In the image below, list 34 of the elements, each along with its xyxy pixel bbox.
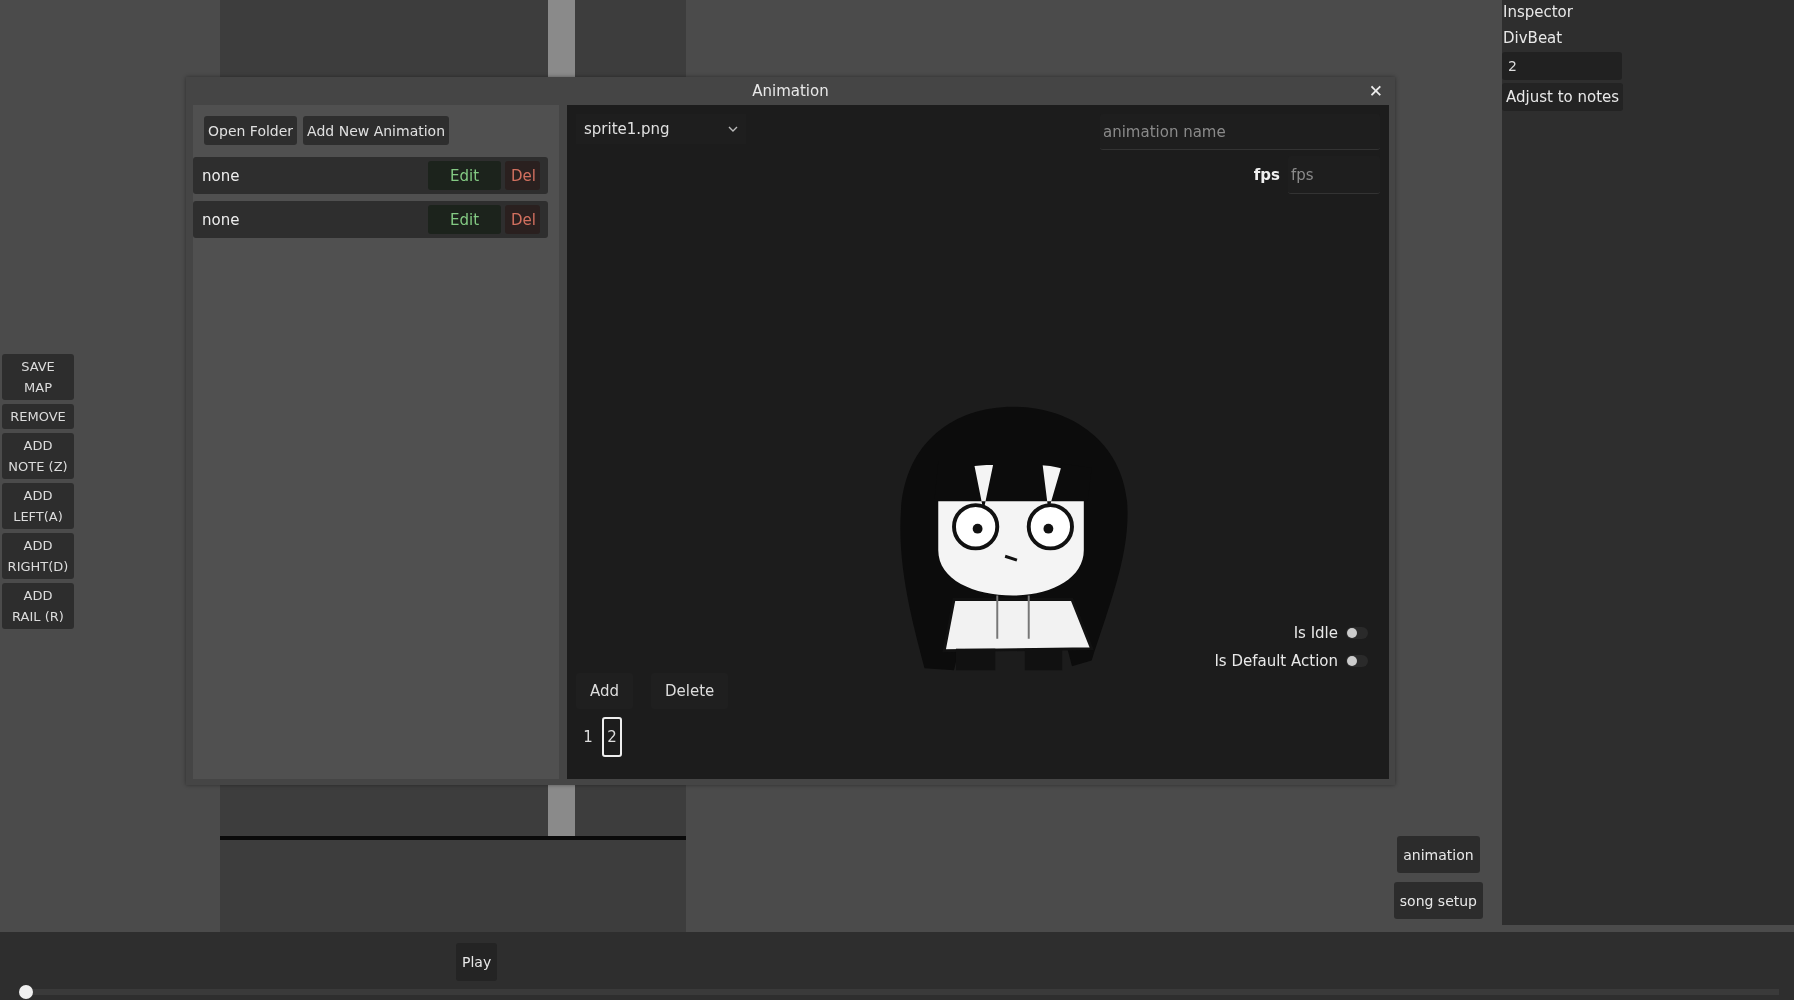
field-label: DivBeat <box>1502 28 1564 49</box>
tool-button[interactable]: REMOVE <box>2 404 74 429</box>
toggle-label: Is Default Action <box>1214 652 1338 670</box>
divbeat-input[interactable]: 2 <box>1502 52 1622 80</box>
dialog-title: Animation <box>752 82 829 100</box>
frame-tab[interactable]: 2 <box>602 717 622 757</box>
slider-thumb[interactable] <box>19 985 33 999</box>
toggle-switch[interactable] <box>1346 627 1368 639</box>
toggle-switch[interactable] <box>1346 655 1368 667</box>
edit-button[interactable]: Edit <box>428 161 501 190</box>
panel-button[interactable]: animation <box>1397 836 1480 873</box>
tool-button[interactable]: ADD RAIL (R) <box>2 583 74 629</box>
toolbar-button[interactable]: Open Folder <box>204 116 298 145</box>
delete-animation-button[interactable]: Del <box>505 161 540 190</box>
animation-name: none <box>202 210 241 229</box>
close-button[interactable]: ✕ <box>1364 79 1387 103</box>
panel-button[interactable]: song setup <box>1393 882 1483 919</box>
fps-label: fps <box>1253 166 1280 184</box>
edit-button[interactable]: Edit <box>428 205 501 234</box>
animation-name: none <box>202 166 241 185</box>
tool-button[interactable]: ADD NOTE (Z) <box>2 433 74 479</box>
delete-animation-button[interactable]: Del <box>505 205 540 234</box>
animation-row[interactable]: none Edit Del <box>193 157 548 194</box>
animation-row[interactable]: none Edit Del <box>193 201 548 238</box>
play-button[interactable]: Play <box>456 943 498 981</box>
tool-button[interactable]: ADD LEFT(A) <box>2 483 74 529</box>
frame-tab[interactable]: 1 <box>578 717 598 757</box>
toolbar-button[interactable]: Add New Animation <box>303 116 450 145</box>
inspector-title: Inspector <box>1502 2 1574 23</box>
tool-button[interactable]: SAVE MAP <box>2 354 74 400</box>
tool-button[interactable]: ADD RIGHT(D) <box>2 533 74 579</box>
caret-icon <box>728 126 738 132</box>
toggle-label: Is Idle <box>1293 624 1338 642</box>
adjust-button[interactable]: Adjust to notes <box>1502 83 1624 111</box>
